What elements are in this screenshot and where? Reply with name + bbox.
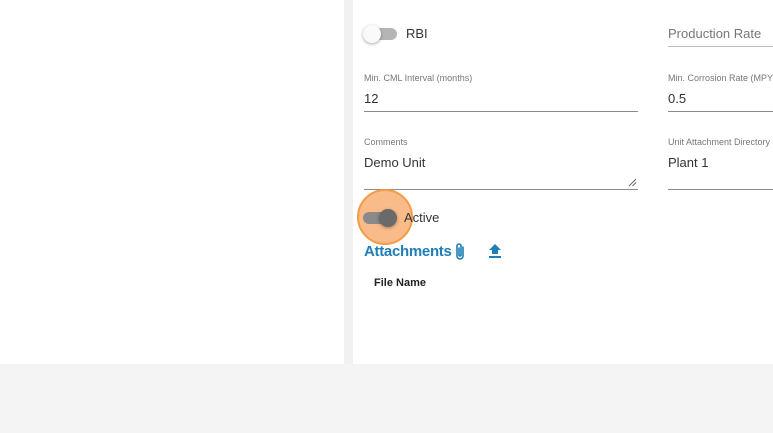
paperclip-icon	[456, 243, 464, 260]
min-cml-interval-field[interactable]: Min. CML Interval (months) 12	[364, 73, 638, 112]
file-name-column-header[interactable]: File Name	[374, 277, 426, 289]
active-toggle-label: Active	[404, 210, 440, 225]
rbi-toggle-label: RBI	[406, 26, 428, 41]
rbi-toggle[interactable]: RBI	[363, 24, 428, 43]
rbi-toggle-knob[interactable]	[363, 24, 381, 43]
comments-label: Comments	[364, 137, 408, 147]
min-cml-interval-value[interactable]: 12	[364, 91, 378, 106]
resize-handle-icon[interactable]	[628, 178, 637, 187]
min-corrosion-rate-label: Min. Corrosion Rate (MPY)	[668, 73, 773, 83]
unit-attachment-directory-value[interactable]: Plant 1	[668, 155, 708, 170]
comments-textarea[interactable]: Comments Demo Unit	[364, 137, 638, 190]
production-rate-placeholder: Production Rate	[668, 26, 762, 41]
active-toggle-track[interactable]	[363, 208, 397, 227]
panel-divider	[344, 0, 353, 364]
upload-file-button[interactable]	[485, 241, 505, 263]
upload-icon	[489, 244, 501, 258]
left-panel	[0, 0, 344, 364]
production-rate-field[interactable]: Production Rate	[668, 20, 773, 47]
active-toggle[interactable]: Active	[363, 208, 440, 227]
comments-value[interactable]: Demo Unit	[364, 155, 425, 170]
attachments-heading: Attachments	[364, 243, 452, 260]
active-toggle-knob[interactable]	[379, 208, 397, 227]
unit-form-panel: RBI Production Rate Min. CML Interval (m…	[353, 0, 773, 364]
min-corrosion-rate-field[interactable]: Min. Corrosion Rate (MPY) 0.5	[668, 73, 773, 112]
unit-attachment-directory-field[interactable]: Unit Attachment Directory Plant 1	[668, 137, 773, 190]
attach-file-button[interactable]	[450, 241, 470, 263]
unit-attachment-directory-label: Unit Attachment Directory	[668, 137, 771, 147]
min-cml-interval-label: Min. CML Interval (months)	[364, 73, 473, 83]
rbi-toggle-track[interactable]	[363, 24, 397, 43]
min-corrosion-rate-value[interactable]: 0.5	[668, 91, 686, 106]
